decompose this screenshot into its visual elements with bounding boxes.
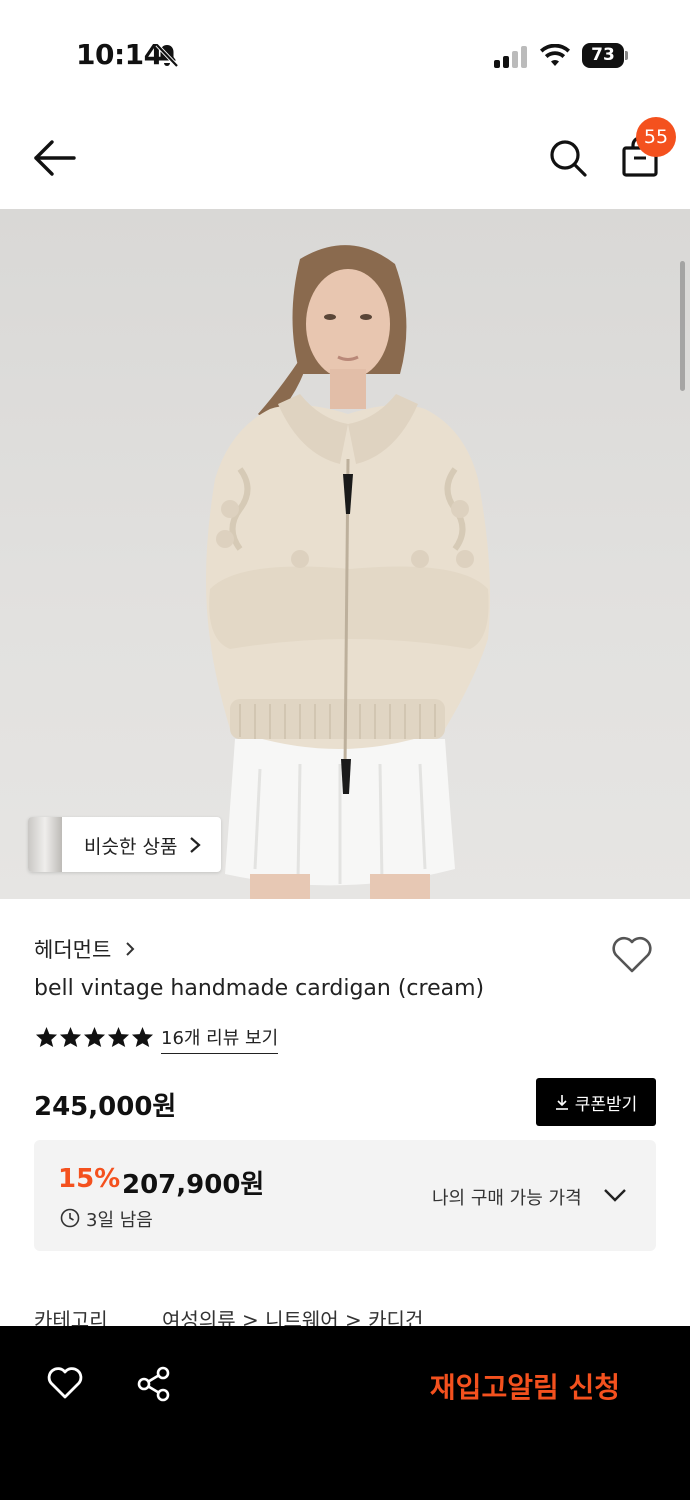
clock-icon (60, 1208, 80, 1228)
coupon-download-button[interactable]: 쿠폰받기 (536, 1078, 656, 1126)
star-icon (83, 1026, 106, 1048)
restock-alert-button[interactable]: 재입고알림 신청 (430, 1366, 620, 1406)
similar-products-button[interactable]: 비슷한 상품 (28, 817, 221, 872)
cellular-signal-icon (494, 46, 527, 68)
image-scroll-indicator (680, 261, 685, 391)
discount-percent: 15% (58, 1164, 121, 1194)
discount-price: 207,900원 (122, 1170, 265, 1200)
star-icon (131, 1026, 154, 1048)
original-price: 245,000원 (34, 1092, 177, 1122)
download-icon (555, 1095, 568, 1110)
my-price-label: 나의 구매 가능 가격 (432, 1188, 582, 1209)
category-path[interactable]: 여성의류 > 니트웨어 > 카디건 (162, 1304, 423, 1328)
heart-icon[interactable] (46, 1366, 84, 1400)
wifi-icon (540, 44, 570, 66)
product-image[interactable]: 비슷한 상품 (0, 209, 690, 899)
bottom-action-bar: 재입고알림 신청 (0, 1326, 690, 1500)
chevron-down-icon (604, 1189, 626, 1202)
product-title: bell vintage handmade cardigan (cream) (34, 976, 485, 1001)
discount-panel[interactable]: 15% 207,900원 3일 남음 나의 구매 가능 가격 (34, 1140, 656, 1251)
chevron-right-icon (190, 837, 201, 853)
chevron-right-icon (126, 942, 135, 956)
category-label: 카테고리 (34, 1308, 108, 1328)
back-arrow-icon[interactable] (32, 138, 78, 178)
status-bar: 10:14 73 (0, 0, 690, 110)
brand-link[interactable]: 헤더먼트 (34, 934, 111, 964)
star-icon (35, 1026, 58, 1048)
top-nav: 55 (0, 110, 690, 209)
rating-stars (35, 1026, 155, 1048)
remaining-time: 3일 남음 (86, 1210, 153, 1231)
category-breadcrumb: 카테고리 여성의류 > 니트웨어 > 카디건 (34, 1304, 656, 1328)
cart-count-badge: 55 (636, 117, 676, 157)
bell-slash-icon (155, 43, 179, 68)
star-icon (59, 1026, 82, 1048)
product-photo (206, 245, 491, 899)
share-icon[interactable] (136, 1366, 172, 1402)
coupon-label: 쿠폰받기 (574, 1094, 638, 1115)
heart-icon[interactable] (610, 934, 654, 974)
star-icon (107, 1026, 130, 1048)
similar-products-label: 비슷한 상품 (84, 836, 178, 858)
status-time: 10:14 (76, 38, 163, 71)
search-icon[interactable] (548, 138, 588, 178)
battery-icon: 73 (582, 43, 628, 68)
battery-level: 73 (582, 43, 624, 68)
similar-product-thumbnail (28, 817, 62, 872)
review-link[interactable]: 16개 리뷰 보기 (161, 1024, 279, 1054)
